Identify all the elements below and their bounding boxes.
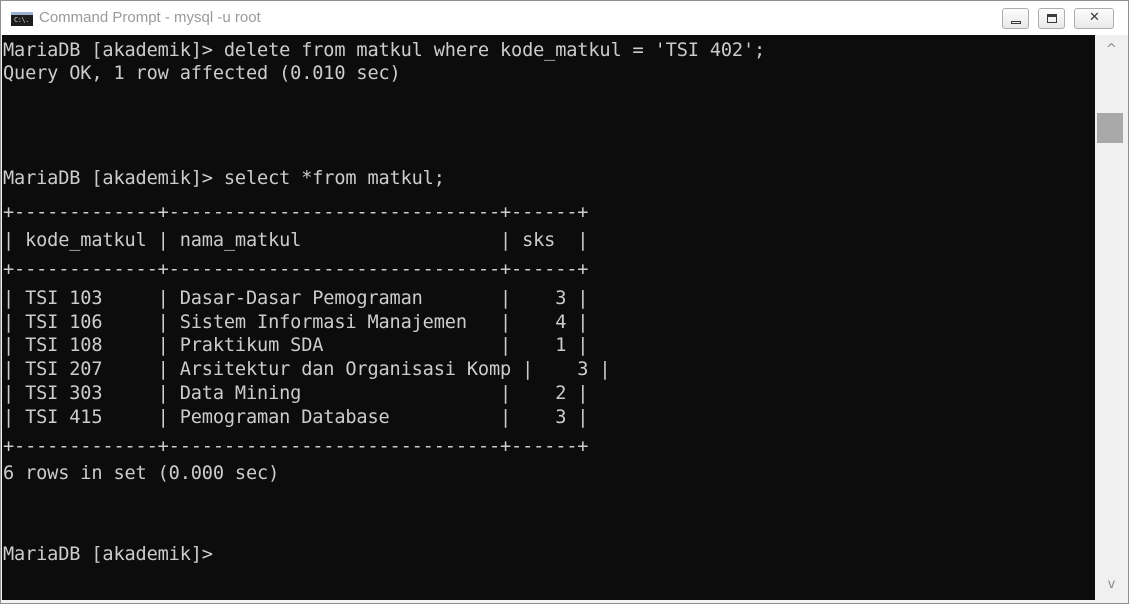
- command-prompt-icon[interactable]: C:\.: [11, 12, 33, 26]
- console-line: MariaDB [akademik]> delete from matkul w…: [3, 40, 766, 61]
- table-border: +-------------+-------------------------…: [3, 259, 589, 280]
- console-output[interactable]: MariaDB [akademik]> delete from matkul w…: [2, 35, 1095, 600]
- chevron-down-icon[interactable]: v: [1095, 570, 1128, 600]
- table-row: | TSI 108 | Praktikum SDA | 1 |: [3, 335, 589, 356]
- table-row: | TSI 106 | Sistem Informasi Manajemen |…: [3, 312, 589, 333]
- maximize-button[interactable]: [1038, 8, 1065, 29]
- close-icon: ✕: [1089, 10, 1100, 25]
- table-border: +-------------+-------------------------…: [3, 436, 589, 457]
- console-prompt: MariaDB [akademik]>: [3, 544, 213, 565]
- table-row: | TSI 103 | Dasar-Dasar Pemograman | 3 |: [3, 288, 589, 309]
- vertical-scrollbar[interactable]: ^ v: [1095, 35, 1128, 600]
- table-row: | TSI 207 | Arsitektur dan Organisasi Ko…: [3, 359, 611, 380]
- minimize-icon: [1011, 21, 1021, 24]
- table-header-row: | kode_matkul | nama_matkul | sks |: [3, 230, 589, 251]
- table-row: | TSI 415 | Pemograman Database | 3 |: [3, 407, 589, 428]
- table-border: +-------------+-------------------------…: [3, 202, 589, 223]
- scrollbar-thumb[interactable]: [1097, 113, 1123, 143]
- close-button[interactable]: ✕: [1074, 8, 1114, 29]
- app-icon-label: C:\.: [14, 16, 29, 24]
- console-line: Query OK, 1 row affected (0.010 sec): [3, 63, 401, 84]
- command-prompt-window: C:\. Command Prompt - mysql -u root ✕ Ma…: [0, 0, 1129, 604]
- table-row: | TSI 303 | Data Mining | 2 |: [3, 383, 589, 404]
- title-bar[interactable]: C:\. Command Prompt - mysql -u root ✕: [1, 1, 1128, 35]
- maximize-icon: [1047, 14, 1057, 23]
- console-line: 6 rows in set (0.000 sec): [3, 463, 280, 484]
- console-line: MariaDB [akademik]> select *from matkul;: [3, 168, 445, 189]
- minimize-button[interactable]: [1002, 8, 1029, 29]
- window-title: Command Prompt - mysql -u root: [39, 9, 261, 26]
- chevron-up-icon[interactable]: ^: [1095, 35, 1128, 65]
